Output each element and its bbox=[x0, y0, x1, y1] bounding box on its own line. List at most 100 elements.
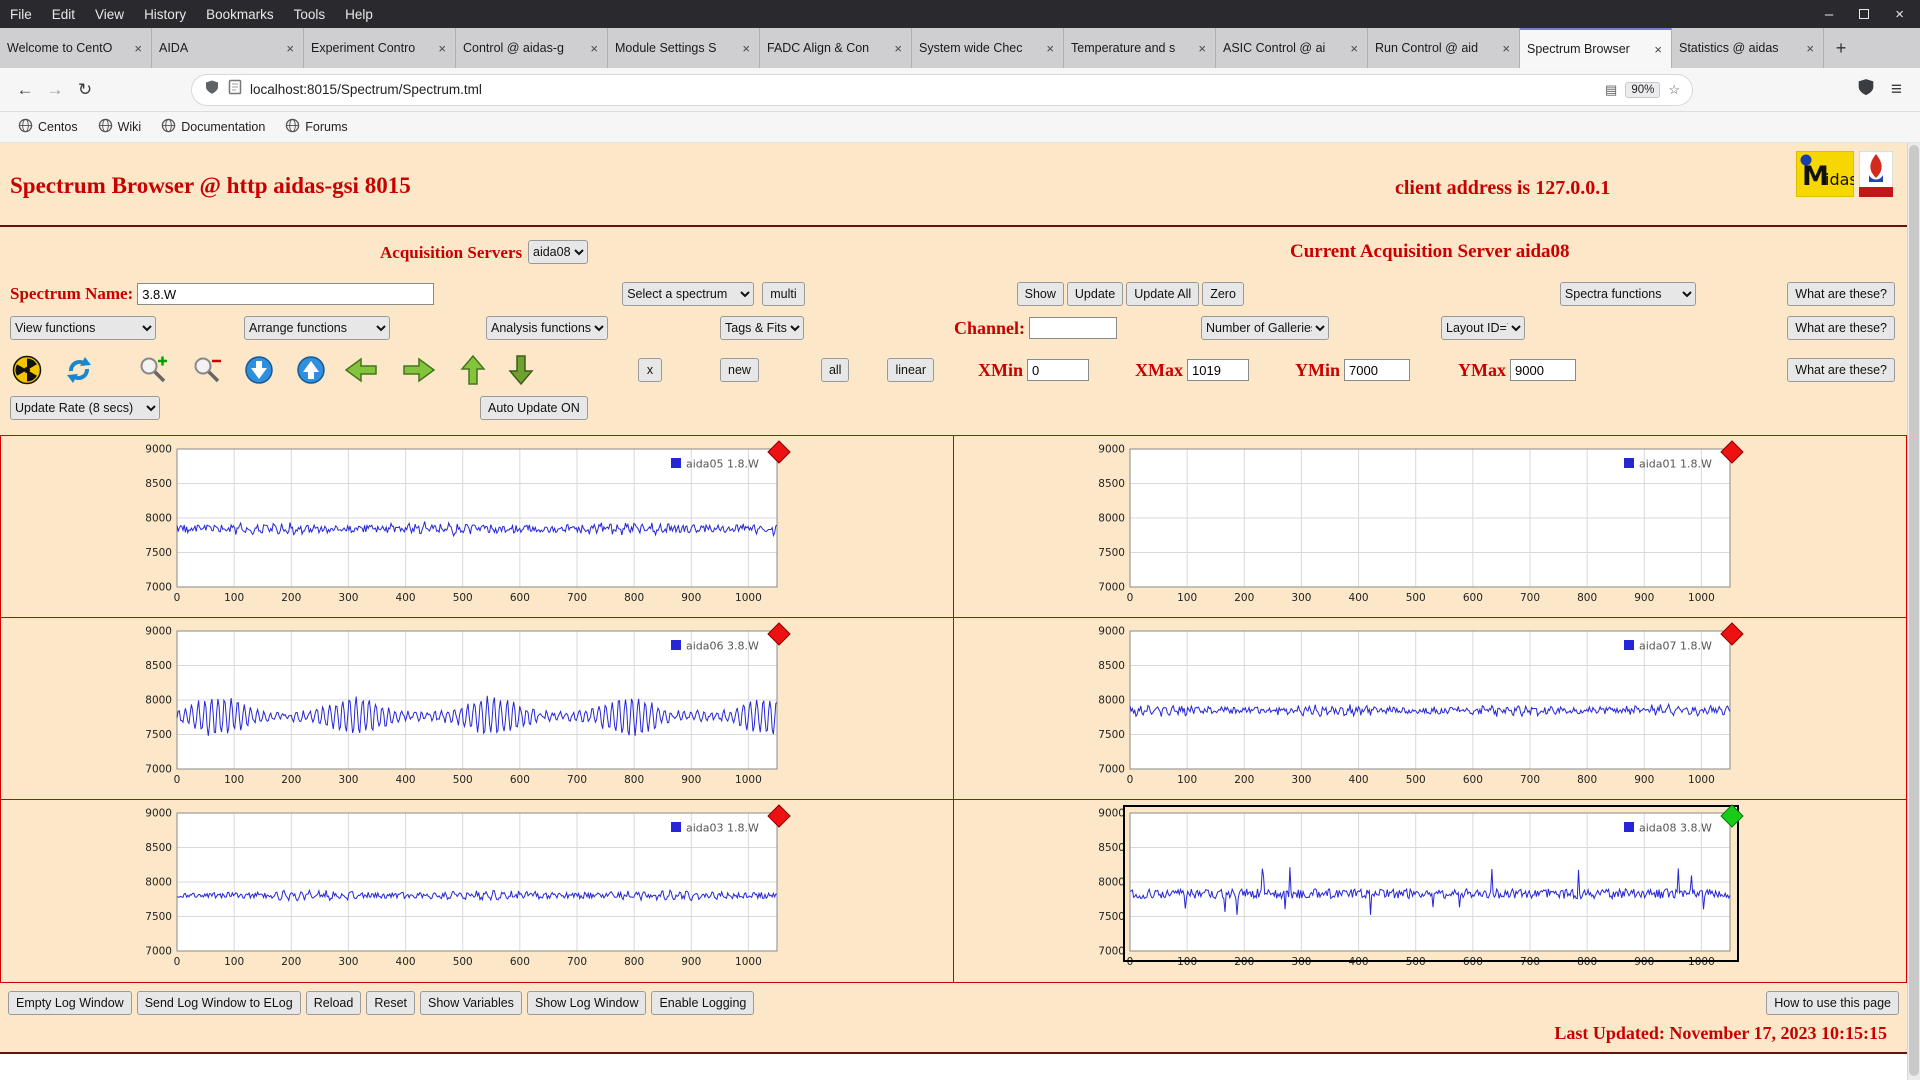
tab-close-icon[interactable]: × bbox=[1348, 41, 1360, 56]
tags-fits-select[interactable]: Tags & Fits bbox=[720, 316, 804, 340]
what-are-these-button[interactable]: What are these? bbox=[1787, 282, 1895, 306]
maximize-icon[interactable] bbox=[1859, 9, 1870, 19]
tab-close-icon[interactable]: × bbox=[588, 41, 600, 56]
xmin-input[interactable] bbox=[1027, 359, 1090, 381]
tab-system-wide-check[interactable]: System wide Chec × bbox=[912, 28, 1064, 68]
number-of-galleries-select[interactable]: Number of Galleries bbox=[1201, 316, 1330, 340]
url-bar[interactable]: localhost:8015/Spectrum/Spectrum.tml ▤ 9… bbox=[192, 74, 1692, 105]
page-scrollbar[interactable] bbox=[1907, 143, 1920, 1080]
update-button[interactable]: Update bbox=[1066, 282, 1124, 306]
spectra-functions-select[interactable]: Spectra functions bbox=[1559, 282, 1696, 306]
view-functions-select[interactable]: View functions bbox=[10, 316, 156, 340]
ymax-input[interactable] bbox=[1510, 359, 1577, 381]
spectrum-panel[interactable]: 7000 7500 8000 8500 9000 0 100 200 300 400 500 600 7… bbox=[1, 618, 954, 800]
what-are-these-button[interactable]: What are these? bbox=[1787, 358, 1895, 382]
spectrum-panel[interactable]: 7000 7500 8000 8500 9000 0 100 200 300 400 500 600 7… bbox=[954, 800, 1907, 982]
scrollbar-thumb[interactable] bbox=[1909, 145, 1919, 1076]
bookmark-centos[interactable]: Centos bbox=[10, 115, 86, 139]
all-button[interactable]: all bbox=[820, 358, 850, 382]
extension-shield-icon[interactable] bbox=[1857, 78, 1875, 101]
forward-icon[interactable]: → bbox=[40, 75, 70, 105]
hamburger-menu-icon[interactable]: ≡ bbox=[1891, 79, 1902, 101]
tab-control-aidas[interactable]: Control @ aidas-g × bbox=[456, 28, 608, 68]
bookmark-star-icon[interactable]: ☆ bbox=[1668, 82, 1680, 98]
tab-experiment-control[interactable]: Experiment Contro × bbox=[304, 28, 456, 68]
show-variables-button[interactable]: Show Variables bbox=[420, 991, 522, 1015]
tab-aida[interactable]: AIDA × bbox=[152, 28, 304, 68]
expand-down-icon[interactable] bbox=[244, 355, 274, 385]
url-text[interactable]: localhost:8015/Spectrum/Spectrum.tml bbox=[250, 82, 1597, 97]
tab-statistics[interactable]: Statistics @ aidas × bbox=[1672, 28, 1824, 68]
tab-close-icon[interactable]: × bbox=[892, 41, 904, 56]
spectrum-panel[interactable]: 7000 7500 8000 8500 9000 0 100 200 300 400 500 600 7… bbox=[1, 436, 954, 618]
x-button[interactable]: x bbox=[638, 358, 662, 382]
spectrum-panel[interactable]: 7000 7500 8000 8500 9000 0 100 200 300 400 500 600 7… bbox=[953, 618, 1906, 800]
menu-edit[interactable]: Edit bbox=[42, 0, 85, 28]
zoom-in-icon[interactable] bbox=[138, 355, 168, 385]
ymin-input[interactable] bbox=[1344, 359, 1411, 381]
arrow-right-icon[interactable] bbox=[402, 357, 436, 383]
bookmark-wiki[interactable]: Wiki bbox=[90, 115, 150, 139]
tab-close-icon[interactable]: × bbox=[284, 41, 296, 56]
layout-id-select[interactable]: Layout ID=7 bbox=[1441, 316, 1526, 340]
reader-mode-icon[interactable]: ▤ bbox=[1605, 82, 1617, 98]
analysis-functions-select[interactable]: Analysis functions bbox=[486, 316, 608, 340]
update-rate-select[interactable]: Update Rate (8 secs) bbox=[10, 396, 160, 420]
bookmark-forums[interactable]: Forums bbox=[277, 115, 355, 139]
new-button[interactable]: new bbox=[720, 358, 759, 382]
zoom-level-badge[interactable]: 90% bbox=[1625, 81, 1661, 98]
tab-temperature[interactable]: Temperature and s × bbox=[1064, 28, 1216, 68]
auto-update-button[interactable]: Auto Update ON bbox=[480, 396, 588, 420]
update-all-button[interactable]: Update All bbox=[1126, 282, 1200, 306]
arrange-functions-select[interactable]: Arrange functions bbox=[244, 316, 390, 340]
page-info-icon[interactable] bbox=[228, 79, 242, 100]
tab-welcome-centos[interactable]: Welcome to CentO × bbox=[0, 28, 152, 68]
tab-asic-control[interactable]: ASIC Control @ ai × bbox=[1216, 28, 1368, 68]
spectrum-name-input[interactable] bbox=[137, 283, 435, 305]
spectrum-panel[interactable]: 7000 7500 8000 8500 9000 0 100 200 300 400 500 600 7… bbox=[953, 436, 1906, 618]
tab-close-icon[interactable]: × bbox=[1196, 41, 1208, 56]
radiation-icon[interactable] bbox=[12, 355, 42, 385]
window-close-icon[interactable]: × bbox=[1895, 6, 1904, 23]
expand-up-icon[interactable] bbox=[296, 355, 326, 385]
xmax-input[interactable] bbox=[1187, 359, 1250, 381]
menu-history[interactable]: History bbox=[134, 0, 196, 28]
spectrum-panel[interactable]: 7000 7500 8000 8500 9000 0 100 200 300 400 500 600 7… bbox=[1, 800, 954, 982]
enable-logging-button[interactable]: Enable Logging bbox=[651, 991, 755, 1015]
shield-icon[interactable] bbox=[204, 79, 220, 100]
what-are-these-button[interactable]: What are these? bbox=[1787, 316, 1895, 340]
zero-button[interactable]: Zero bbox=[1202, 282, 1244, 306]
zoom-out-icon[interactable] bbox=[192, 355, 222, 385]
linear-button[interactable]: linear bbox=[887, 358, 935, 382]
tab-module-settings[interactable]: Module Settings S × bbox=[608, 28, 760, 68]
tab-fadc-align[interactable]: FADC Align & Con × bbox=[760, 28, 912, 68]
arrow-left-icon[interactable] bbox=[344, 357, 378, 383]
how-to-use-button[interactable]: How to use this page bbox=[1766, 991, 1899, 1015]
menu-view[interactable]: View bbox=[85, 0, 134, 28]
menu-tools[interactable]: Tools bbox=[284, 0, 336, 28]
back-icon[interactable]: ← bbox=[10, 75, 40, 105]
reload-icon[interactable]: ↻ bbox=[70, 75, 100, 105]
menu-help[interactable]: Help bbox=[335, 0, 383, 28]
tab-close-icon[interactable]: × bbox=[436, 41, 448, 56]
tab-close-icon[interactable]: × bbox=[1652, 42, 1664, 57]
send-log-to-elog-button[interactable]: Send Log Window to ELog bbox=[136, 991, 301, 1015]
refresh-icon[interactable] bbox=[64, 355, 94, 385]
reload-button[interactable]: Reload bbox=[305, 991, 362, 1015]
tab-run-control[interactable]: Run Control @ aid × bbox=[1368, 28, 1520, 68]
arrow-down-icon[interactable] bbox=[508, 354, 534, 386]
multi-button[interactable]: multi bbox=[762, 282, 805, 306]
acquisition-server-select[interactable]: aida08 bbox=[528, 240, 588, 264]
menu-file[interactable]: File bbox=[0, 0, 42, 28]
select-a-spectrum[interactable]: Select a spectrum bbox=[622, 282, 755, 306]
reset-button[interactable]: Reset bbox=[366, 991, 415, 1015]
show-button[interactable]: Show bbox=[1016, 282, 1064, 306]
tab-close-icon[interactable]: × bbox=[1804, 41, 1816, 56]
show-log-window-button[interactable]: Show Log Window bbox=[526, 991, 647, 1015]
channel-input[interactable] bbox=[1029, 317, 1118, 339]
tab-spectrum-browser[interactable]: Spectrum Browser × bbox=[1520, 28, 1672, 68]
tab-close-icon[interactable]: × bbox=[132, 41, 144, 56]
empty-log-window-button[interactable]: Empty Log Window bbox=[8, 991, 132, 1015]
tab-close-icon[interactable]: × bbox=[1500, 41, 1512, 56]
bookmark-documentation[interactable]: Documentation bbox=[153, 115, 273, 139]
